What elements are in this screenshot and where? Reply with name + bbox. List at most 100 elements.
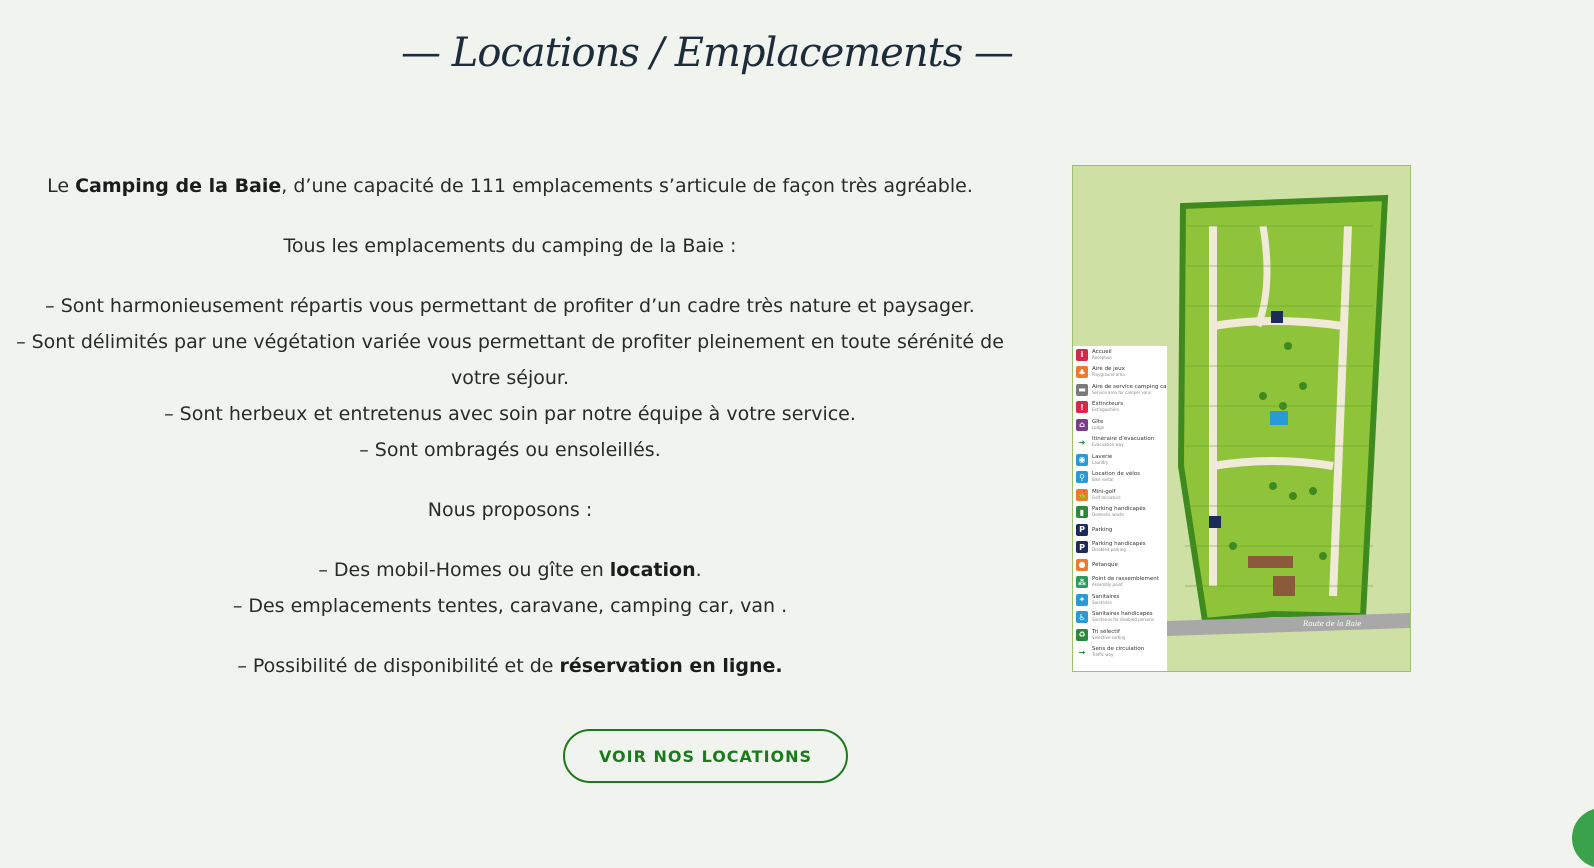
legend-item: ⌂ Gîte Lodge: [1073, 416, 1167, 434]
feature-item: – Sont herbeux et entretenus avec soin p…: [164, 403, 856, 425]
offers-list: – Des mobil-Homes ou gîte en location. –…: [10, 552, 1010, 624]
legend-label-text: Pétanque: [1092, 561, 1118, 568]
offer-item: – Des emplacements tentes, caravane, cam…: [232, 595, 788, 617]
legend-sublabel: Selective sorting: [1092, 634, 1126, 640]
legend-item: ▮ Parking handicapés Domestic waste: [1073, 504, 1167, 522]
legend-sublabel: Traffic way: [1092, 652, 1114, 658]
legend-label-text: Parking: [1092, 526, 1113, 533]
legend-item: ◉ Laverie Laundry: [1073, 451, 1167, 469]
legend-item: P Parking: [1073, 521, 1167, 539]
campsite-map[interactable]: Route de la Baie i Accueil Reception ♣ Aire …: [1072, 165, 1411, 672]
camper-icon: ▬: [1076, 383, 1088, 396]
legend-label: Gîte Lodge: [1092, 419, 1104, 431]
legend-label-text: Gîte: [1092, 418, 1104, 425]
feature-item: – Sont ombragés ou ensoleillés.: [359, 439, 661, 461]
legend-label: Sanitaires Sanitaries: [1092, 594, 1119, 606]
section-title: — Locations / Emplacements —: [401, 30, 1014, 76]
bike-icon: ⚲: [1076, 471, 1088, 484]
feature-item: – Sont délimités par une végétation vari…: [16, 331, 1004, 389]
legend-item: ● Pétanque: [1073, 556, 1167, 574]
legend-item: → Sens de circulation Traffic way: [1073, 644, 1167, 662]
offers-title: Nous proposons :: [427, 499, 593, 521]
legend-label: Aire de jeux Playground area: [1092, 366, 1125, 378]
legend-item: ▬ Aire de service camping car Service area…: [1073, 381, 1167, 399]
parking-icon: P: [1076, 523, 1088, 536]
booking-paragraph: – Possibilité de disponibilité et de rés…: [10, 648, 1010, 684]
features-title: Tous les emplacements du camping de la B…: [283, 235, 737, 257]
legend-item: ⛳ Mini-golf Golf miniature: [1073, 486, 1167, 504]
extinguisher-icon: !: [1076, 401, 1088, 414]
see-rentals-button[interactable]: VOIR NOS LOCATIONS: [563, 729, 848, 783]
legend-item: ➜ Itinéraire d’évacuation Evacuation way: [1073, 434, 1167, 452]
features-list: – Sont harmonieusement répartis vous per…: [10, 288, 1010, 468]
chat-button[interactable]: [1572, 808, 1594, 868]
legend-label: Point de rassemblement Assembly point: [1092, 576, 1159, 588]
intro-paragraph: Le Camping de la Baie, d’une capacité de…: [10, 168, 1010, 204]
assembly-icon: ⁂: [1076, 576, 1088, 589]
camping-name: Camping de la Baie: [75, 175, 282, 197]
legend-label: Sens de circulation Traffic way: [1092, 646, 1144, 658]
legend-label: Parking handicapés Disabled parking: [1092, 541, 1146, 553]
intro-post: , d’une capacité de 111 emplacements s’a…: [281, 175, 973, 197]
legend-label: Extincteurs Extinguishers: [1092, 401, 1123, 413]
location-keyword: location: [609, 559, 696, 581]
feature-item: – Sont harmonieusement répartis vous per…: [45, 295, 975, 317]
legend-item: ♿ Sanitaires handicapés Sanitaries for dis…: [1073, 609, 1167, 627]
legend-label: Itinéraire d’évacuation Evacuation way: [1092, 436, 1154, 448]
direction-icon: →: [1076, 646, 1088, 659]
legend-label-text: Laverie: [1092, 453, 1113, 460]
bin-icon: ▮: [1076, 506, 1088, 519]
legend-sublabel: Sanitaries for disabled persons: [1092, 617, 1154, 623]
description: Le Camping de la Baie, d’une capacité de…: [10, 168, 1010, 684]
disabled-parking-icon: P: [1076, 541, 1088, 554]
legend-item: ♻ Tri sélectif Selective sorting: [1073, 626, 1167, 644]
legend-sublabel: Laundry: [1092, 459, 1109, 465]
legend-item: ⚲ Location de vélos Bike rental: [1073, 469, 1167, 487]
legend-item: P Parking handicapés Disabled parking: [1073, 539, 1167, 557]
legend-label: Accueil Reception: [1092, 349, 1112, 361]
intro-pre: Le: [47, 175, 76, 197]
legend-item: ! Extincteurs Extinguishers: [1073, 399, 1167, 417]
legend-label: Laverie Laundry: [1092, 454, 1112, 466]
map-legend: i Accueil Reception ♣ Aire de jeux Playground…: [1073, 346, 1167, 671]
legend-label-text: Accueil: [1092, 348, 1112, 355]
legend-sublabel: Domestic waste: [1092, 512, 1124, 518]
petanque-icon: ●: [1076, 558, 1088, 571]
legend-label: Parking: [1092, 527, 1112, 533]
legend-sublabel: Extinguishers: [1092, 407, 1120, 413]
legend-item: ♣ Aire de jeux Playground area: [1073, 364, 1167, 382]
online-booking: réservation en ligne.: [559, 655, 783, 677]
legend-label: Location de vélos Bike rental: [1092, 471, 1140, 483]
legend-sublabel: Assembly point: [1092, 582, 1123, 588]
legend-sublabel: Evacuation way: [1092, 442, 1124, 448]
legend-sublabel: Lodge: [1092, 424, 1105, 430]
info-icon: i: [1076, 348, 1088, 361]
house-icon: ⌂: [1076, 418, 1088, 431]
arrow-icon: ➜: [1076, 436, 1088, 449]
playground-icon: ♣: [1076, 366, 1088, 379]
legend-item: i Accueil Reception: [1073, 346, 1167, 364]
legend-label-text: Tri sélectif: [1092, 628, 1120, 635]
laundry-icon: ◉: [1076, 453, 1088, 466]
offer-post: .: [695, 559, 702, 581]
legend-label: Parking handicapés Domestic waste: [1092, 506, 1146, 518]
legend-label-text: Aire de service camping car: [1092, 383, 1167, 390]
legend-label-text: Sanitaires: [1092, 593, 1120, 600]
offer-pre: – Des mobil-Homes ou gîte en: [318, 559, 610, 581]
legend-sublabel: Playground area: [1092, 372, 1125, 378]
legend-label: Pétanque: [1092, 562, 1118, 568]
legend-item: ⁂ Point de rassemblement Assembly point: [1073, 574, 1167, 592]
legend-sublabel: Bike rental: [1092, 477, 1114, 483]
legend-sublabel: Sanitaries: [1092, 599, 1112, 605]
legend-label-text: Mini-golf: [1092, 488, 1116, 495]
legend-sublabel: Service area for camper vans: [1092, 389, 1151, 395]
wc-disabled-icon: ♿: [1076, 611, 1088, 624]
legend-label: Mini-golf Golf miniature: [1092, 489, 1121, 501]
recycle-icon: ♻: [1076, 628, 1088, 641]
road-label: Route de la Baie: [1302, 620, 1361, 628]
booking-pre: – Possibilité de disponibilité et de: [237, 655, 560, 677]
legend-item: ✦ Sanitaires Sanitaries: [1073, 591, 1167, 609]
legend-sublabel: Reception: [1092, 354, 1112, 360]
legend-label: Sanitaires handicapés Sanitaries for disa…: [1092, 611, 1154, 623]
golf-icon: ⛳: [1076, 488, 1088, 501]
